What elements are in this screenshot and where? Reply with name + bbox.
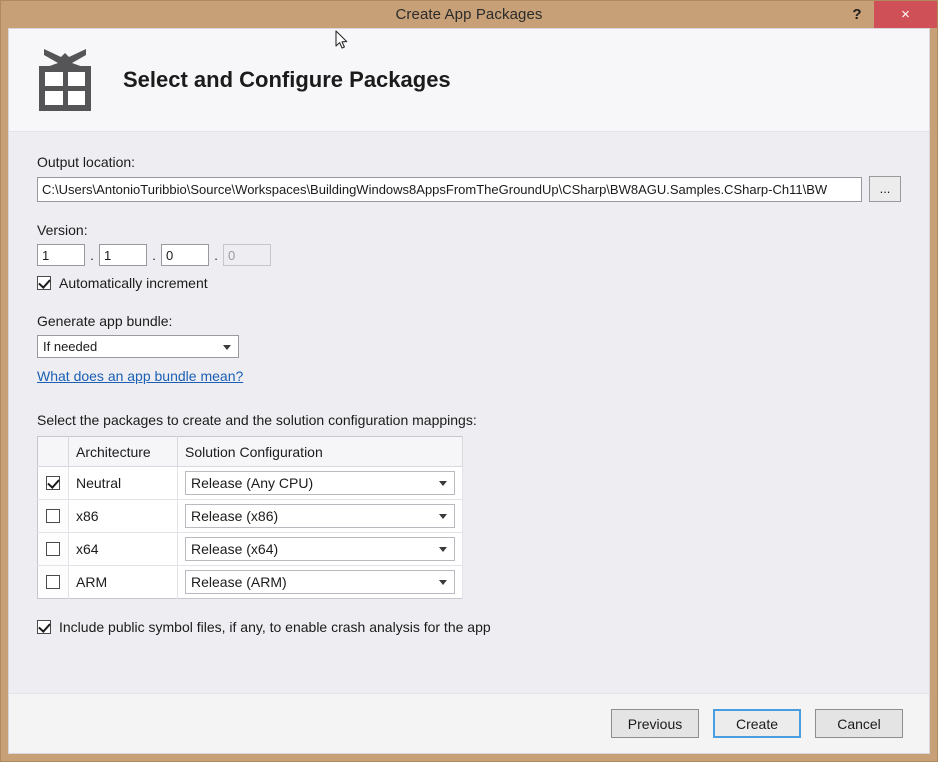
architecture-arm: ARM: [68, 565, 178, 599]
configuration-cell-x86: Release (x86): [177, 499, 463, 533]
table-row: Neutral Release (Any CPU): [37, 466, 463, 500]
packages-instruction: Select the packages to create and the so…: [37, 412, 477, 428]
include-symbols-row[interactable]: Include public symbol files, if any, to …: [37, 619, 901, 635]
package-checkbox-arm[interactable]: [46, 575, 60, 589]
include-symbols-checkbox[interactable]: [37, 620, 51, 634]
dialog-header: Select and Configure Packages: [9, 29, 929, 132]
window-controls: ? ×: [840, 1, 937, 28]
configuration-value-x86: Release (x86): [191, 508, 279, 524]
package-checkbox-x86[interactable]: [46, 509, 60, 523]
table-row: ARM Release (ARM): [37, 565, 463, 599]
version-separator-3: .: [214, 247, 218, 263]
include-symbols-label: Include public symbol files, if any, to …: [59, 619, 491, 635]
output-location-row: ...: [37, 176, 901, 202]
app-bundle-select[interactable]: If needed: [37, 335, 239, 358]
configuration-select-neutral[interactable]: Release (Any CPU): [185, 471, 455, 495]
output-location-section: Output location: ...: [37, 154, 901, 202]
version-label: Version:: [37, 222, 88, 238]
configuration-cell-neutral: Release (Any CPU): [177, 466, 463, 500]
browse-button[interactable]: ...: [869, 176, 901, 202]
chevron-down-icon: [439, 580, 447, 585]
help-icon[interactable]: ?: [840, 1, 874, 28]
packages-section: Select the packages to create and the so…: [37, 412, 901, 599]
configuration-value-arm: Release (ARM): [191, 574, 287, 590]
chevron-down-icon: [223, 344, 231, 350]
architecture-x64: x64: [68, 532, 178, 566]
architecture-x86: x86: [68, 499, 178, 533]
chevron-down-icon: [439, 547, 447, 552]
version-section: Version: . . . Automatically increment: [37, 222, 901, 291]
cancel-button[interactable]: Cancel: [815, 709, 903, 738]
window-title: Create App Packages: [395, 6, 543, 23]
version-revision-input: [223, 244, 271, 266]
package-checkbox-x64[interactable]: [46, 542, 60, 556]
dialog-body: Output location: ... Version: . . .: [9, 132, 929, 693]
configuration-select-x86[interactable]: Release (x86): [185, 504, 455, 528]
title-bar: Create App Packages ? ×: [1, 1, 937, 28]
dialog-client-area: Select and Configure Packages Output loc…: [8, 28, 930, 754]
auto-increment-label: Automatically increment: [59, 275, 208, 291]
gift-package-icon: [37, 49, 93, 111]
app-bundle-selected-value: If needed: [43, 339, 98, 354]
gift-box-body: [39, 66, 91, 111]
table-row: x64 Release (x64): [37, 532, 463, 566]
configuration-select-arm[interactable]: Release (ARM): [185, 570, 455, 594]
configuration-value-x64: Release (x64): [191, 541, 279, 557]
chevron-down-icon: [439, 481, 447, 486]
row-checkbox-cell[interactable]: [37, 532, 69, 566]
column-header-check: [37, 436, 69, 467]
dialog-footer: Previous Create Cancel: [9, 693, 929, 753]
close-icon[interactable]: ×: [874, 1, 937, 28]
version-build-input[interactable]: [161, 244, 209, 266]
page-title: Select and Configure Packages: [123, 67, 451, 92]
auto-increment-row[interactable]: Automatically increment: [37, 275, 901, 291]
previous-button[interactable]: Previous: [611, 709, 699, 738]
version-separator-1: .: [90, 247, 94, 263]
app-bundle-section: Generate app bundle: If needed What does…: [37, 313, 901, 386]
version-separator-2: .: [152, 247, 156, 263]
output-location-input[interactable]: [37, 176, 862, 202]
column-header-solution-configuration: Solution Configuration: [177, 436, 463, 467]
app-bundle-label: Generate app bundle:: [37, 313, 173, 329]
table-header-row: Architecture Solution Configuration: [37, 436, 463, 467]
configuration-select-x64[interactable]: Release (x64): [185, 537, 455, 561]
app-bundle-help-link[interactable]: What does an app bundle mean?: [37, 368, 243, 384]
configuration-cell-arm: Release (ARM): [177, 565, 463, 599]
column-header-architecture: Architecture: [68, 436, 178, 467]
architecture-neutral: Neutral: [68, 466, 178, 500]
package-checkbox-neutral[interactable]: [46, 476, 60, 490]
create-app-packages-window: Create App Packages ? × Select and Confi…: [0, 0, 938, 762]
version-major-input[interactable]: [37, 244, 85, 266]
row-checkbox-cell[interactable]: [37, 499, 69, 533]
configuration-value-neutral: Release (Any CPU): [191, 475, 314, 491]
auto-increment-checkbox[interactable]: [37, 276, 51, 290]
version-minor-input[interactable]: [99, 244, 147, 266]
packages-table: Architecture Solution Configuration Neut…: [37, 436, 463, 599]
output-location-label: Output location:: [37, 154, 136, 170]
version-row: . . .: [37, 244, 901, 266]
row-checkbox-cell[interactable]: [37, 466, 69, 500]
configuration-cell-x64: Release (x64): [177, 532, 463, 566]
chevron-down-icon: [439, 514, 447, 519]
create-button[interactable]: Create: [713, 709, 801, 738]
row-checkbox-cell[interactable]: [37, 565, 69, 599]
table-row: x86 Release (x86): [37, 499, 463, 533]
